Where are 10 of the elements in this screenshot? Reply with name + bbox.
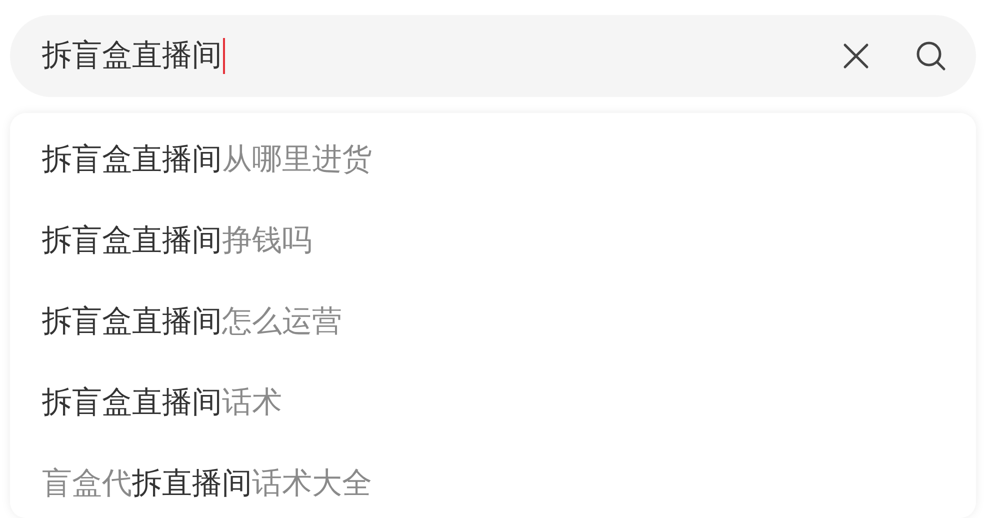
search-text: 拆盲盒直播间 bbox=[42, 41, 222, 71]
clear-icon[interactable] bbox=[842, 42, 870, 70]
suggestion-item[interactable]: 拆盲盒直播间话术 bbox=[10, 362, 282, 443]
suggestion-item[interactable]: 拆盲盒直播间挣钱吗 bbox=[10, 200, 312, 281]
search-field[interactable]: 拆盲盒直播间 bbox=[10, 15, 976, 97]
suggestion-item[interactable]: 拆盲盒直播间怎么运营 bbox=[10, 281, 342, 362]
search-icon[interactable] bbox=[914, 39, 948, 73]
suggestion-item[interactable]: 盲盒代拆直播间话术大全 bbox=[10, 443, 372, 518]
text-cursor bbox=[223, 38, 225, 74]
suggestion-item[interactable]: 拆盲盒直播间从哪里进货 bbox=[10, 119, 372, 200]
